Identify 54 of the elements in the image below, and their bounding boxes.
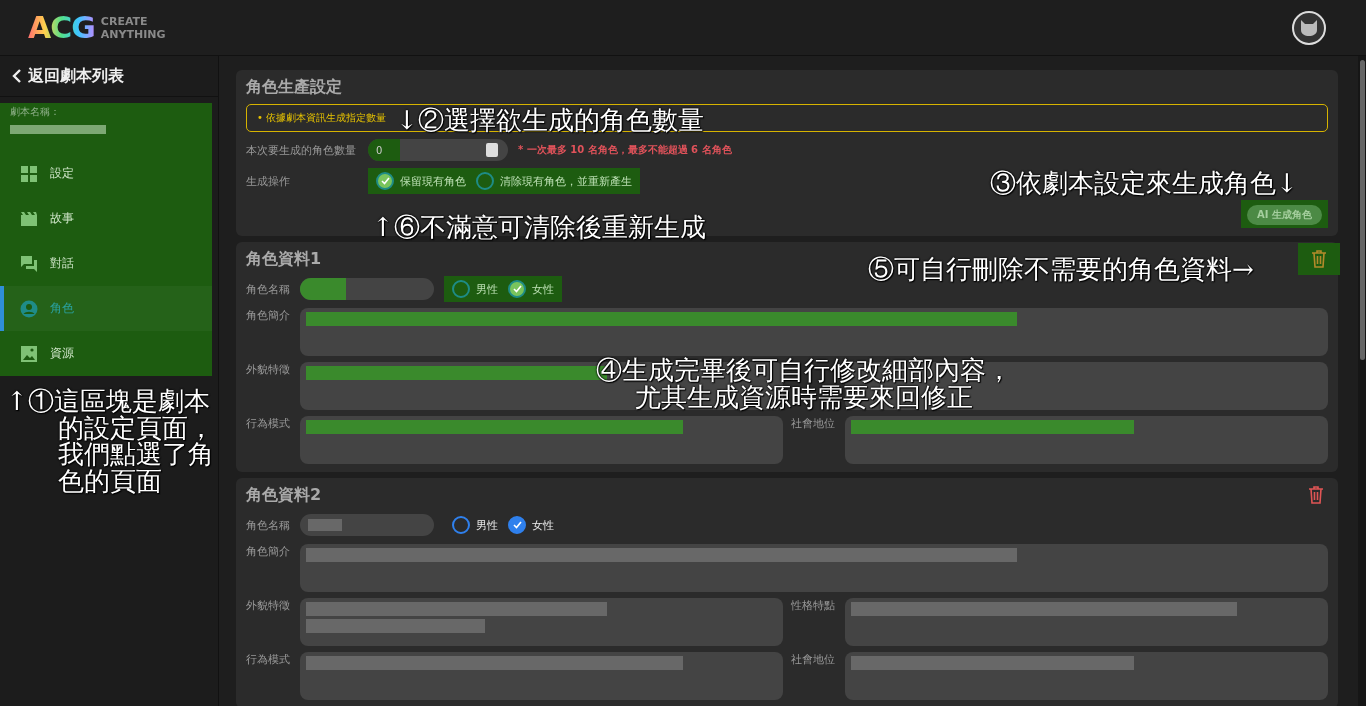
field-label: 性格特點 xyxy=(791,598,836,614)
annotation-text: ⑤可自行刪除不需要的角色資料→ xyxy=(868,256,1254,283)
action-radio[interactable]: 清除現有角色，並重新產生 xyxy=(476,172,632,190)
annotation-text: ③依劇本設定來生成角色↓ xyxy=(990,170,1298,197)
field-label: 角色名稱 xyxy=(246,517,290,533)
gender-radio[interactable]: 女性 xyxy=(508,280,554,298)
avatar-icon[interactable] xyxy=(1292,10,1326,45)
field-label: 角色名稱 xyxy=(246,281,290,297)
limit-note: * 一次最多 10 名角色，最多不能超過 6 名角色 xyxy=(518,143,732,157)
nav-item[interactable]: 資源 xyxy=(0,331,212,376)
field-label: 劇本名稱： xyxy=(10,105,61,119)
nav-item[interactable]: 對話 xyxy=(0,241,212,286)
gender-radio[interactable]: 女性 xyxy=(508,516,554,534)
gender-radio[interactable]: 男性 xyxy=(452,280,498,298)
count-field[interactable]: 0 xyxy=(368,139,508,161)
trash-icon xyxy=(1311,250,1327,268)
field-label: 生成操作 xyxy=(246,173,291,189)
blurred-text xyxy=(300,278,346,300)
card-title: 角色資料2 xyxy=(246,484,322,506)
chevron-left-icon xyxy=(12,69,22,83)
field-label: 社會地位 xyxy=(791,416,836,432)
field-label: 社會地位 xyxy=(791,652,836,668)
field-label: 本次要生成的角色數量 xyxy=(246,142,357,158)
name-field[interactable] xyxy=(300,514,434,536)
back-link[interactable]: 返回劇本列表 xyxy=(0,56,218,97)
field-label: 外貌特徵 xyxy=(246,362,291,378)
nav-item[interactable]: 設定 xyxy=(0,151,212,196)
name-field[interactable] xyxy=(300,278,434,300)
annotation-text: ↓②選擇欲生成的角色數量 xyxy=(396,107,704,134)
gender-radio[interactable]: 男性 xyxy=(452,516,498,534)
image-icon xyxy=(20,344,38,363)
user-circle-icon xyxy=(20,299,38,318)
annotation-text: ↑①這區塊是劇本 的設定頁面， 我們點選了角 色的頁面 xyxy=(6,388,214,495)
tip-text: • 依據劇本資訊生成指定數量 xyxy=(257,111,387,125)
clapperboard-icon xyxy=(20,210,38,227)
action-radio[interactable]: 保留現有角色 xyxy=(376,172,466,190)
field-label: 行為模式 xyxy=(246,416,291,432)
field-label: 角色簡介 xyxy=(246,308,291,324)
field-label: 外貌特徵 xyxy=(246,598,291,614)
field-label: 角色簡介 xyxy=(246,544,291,560)
logo-tagline: CREATE ANYTHING xyxy=(100,14,166,41)
field-label: 行為模式 xyxy=(246,652,291,668)
blurred-text xyxy=(308,519,342,531)
chat-icon xyxy=(20,254,38,273)
delete-button[interactable] xyxy=(1298,243,1340,275)
trash-icon xyxy=(1308,486,1324,504)
scrollbar-thumb[interactable] xyxy=(1359,60,1365,360)
spinner-icon[interactable] xyxy=(486,143,498,157)
grid-icon xyxy=(20,164,38,183)
card-title: 角色資料1 xyxy=(246,248,322,270)
annotation-text: ↑⑥不滿意可清除後重新生成 xyxy=(372,214,706,241)
card-title: 角色生產設定 xyxy=(246,76,342,98)
nav-item[interactable]: 故事 xyxy=(0,196,212,241)
annotation-text: ④生成完畢後可自行修改細部內容， 尤其生成資源時需要來回修正 xyxy=(596,357,1012,411)
